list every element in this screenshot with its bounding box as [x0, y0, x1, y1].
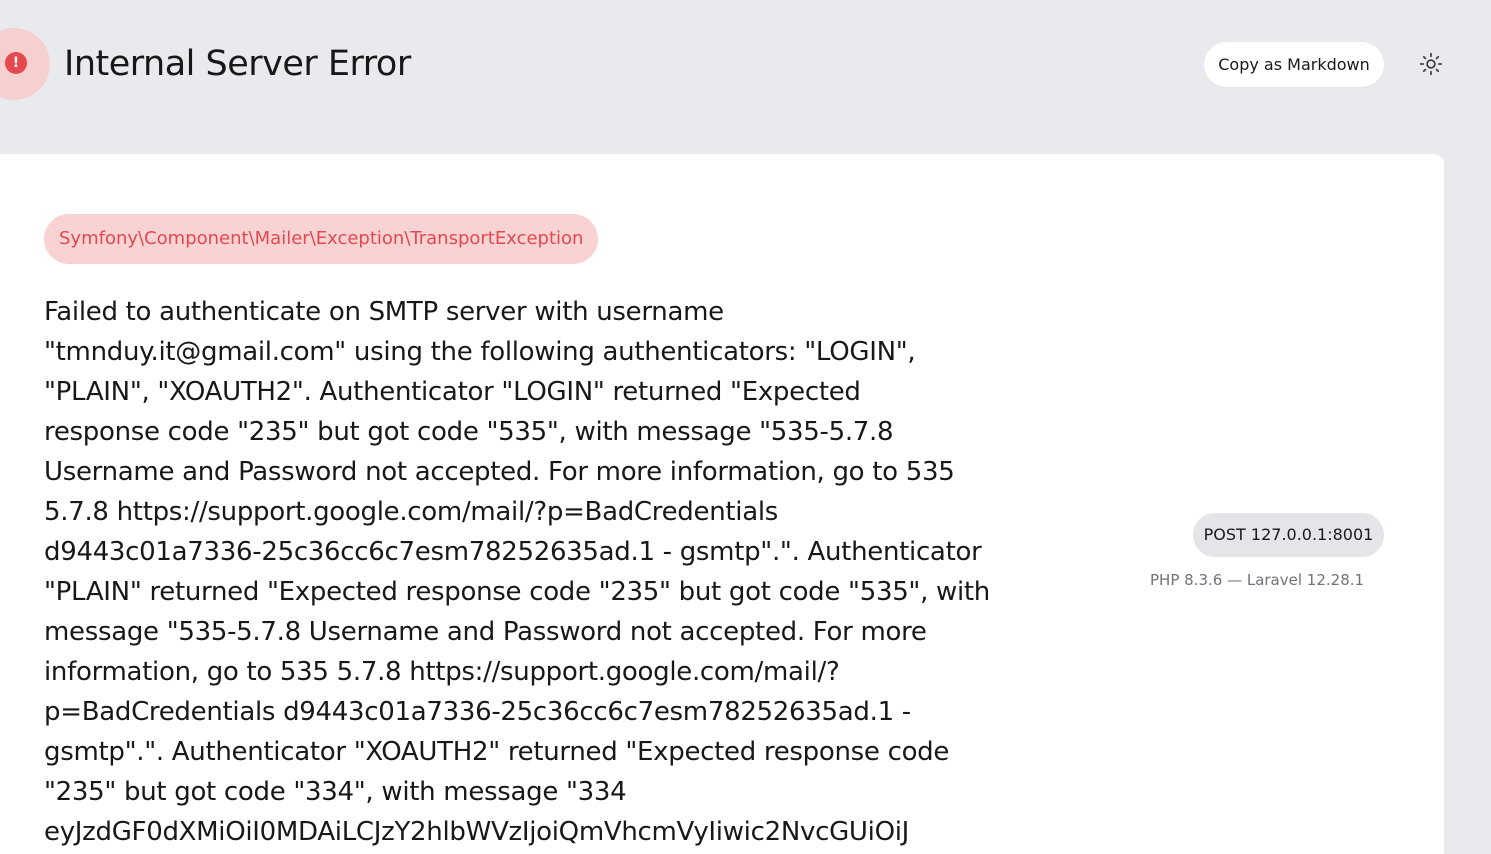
- exception-message-line: information, go to 535 5.7.8 https://sup…: [44, 657, 840, 687]
- exception-message-line: "235" but got code "334", with message "…: [44, 777, 627, 807]
- exception-class-badge[interactable]: Symfony\Component\Mailer\Exception\Trans…: [44, 214, 599, 264]
- exclamation-circle-icon: !: [5, 52, 27, 74]
- exception-message-line: 5.7.8 https://support.google.com/mail/?p…: [44, 497, 778, 527]
- exception-message-line: d9443c01a7336-25c36cc6c7esm78252635ad.1 …: [44, 537, 982, 567]
- sun-icon[interactable]: [1418, 51, 1444, 77]
- exception-message-line: "PLAIN" returned "Expected response code…: [44, 577, 990, 607]
- page-title: Internal Server Error: [64, 44, 411, 84]
- exception-message: Failed to authenticate on SMTP server wi…: [44, 292, 1064, 852]
- exception-message-line: message "535-5.7.8 Username and Password…: [44, 617, 927, 647]
- exception-card: Symfony\Component\Mailer\Exception\Trans…: [0, 154, 1444, 854]
- copy-as-markdown-button[interactable]: Copy as Markdown: [1204, 42, 1384, 87]
- exception-message-line: "PLAIN", "XOAUTH2". Authenticator "LOGIN…: [44, 377, 861, 407]
- exception-message-line: gsmtp".". Authenticator "XOAUTH2" return…: [44, 737, 950, 767]
- framework-versions: PHP 8.3.6 — Laravel 12.28.1: [1150, 571, 1365, 589]
- exception-message-line: Failed to authenticate on SMTP server wi…: [44, 297, 724, 327]
- page-header: ! Internal Server Error Copy as Markdown: [0, 0, 1491, 130]
- request-method-url: POST 127.0.0.1:8001: [1193, 513, 1384, 557]
- exception-message-line: eyJzdGF0dXMiOiI0MDAiLCJzY2hlbWVzIjoiQmVh…: [44, 817, 910, 847]
- exception-message-line: p=BadCredentials d9443c01a7336-25c36cc6c…: [44, 697, 911, 727]
- exception-message-line: "tmnduy.it@gmail.com" using the followin…: [44, 337, 916, 367]
- exception-message-line: Username and Password not accepted. For …: [44, 457, 955, 487]
- error-badge: !: [0, 28, 50, 100]
- exception-message-line: response code "235" but got code "535", …: [44, 417, 894, 447]
